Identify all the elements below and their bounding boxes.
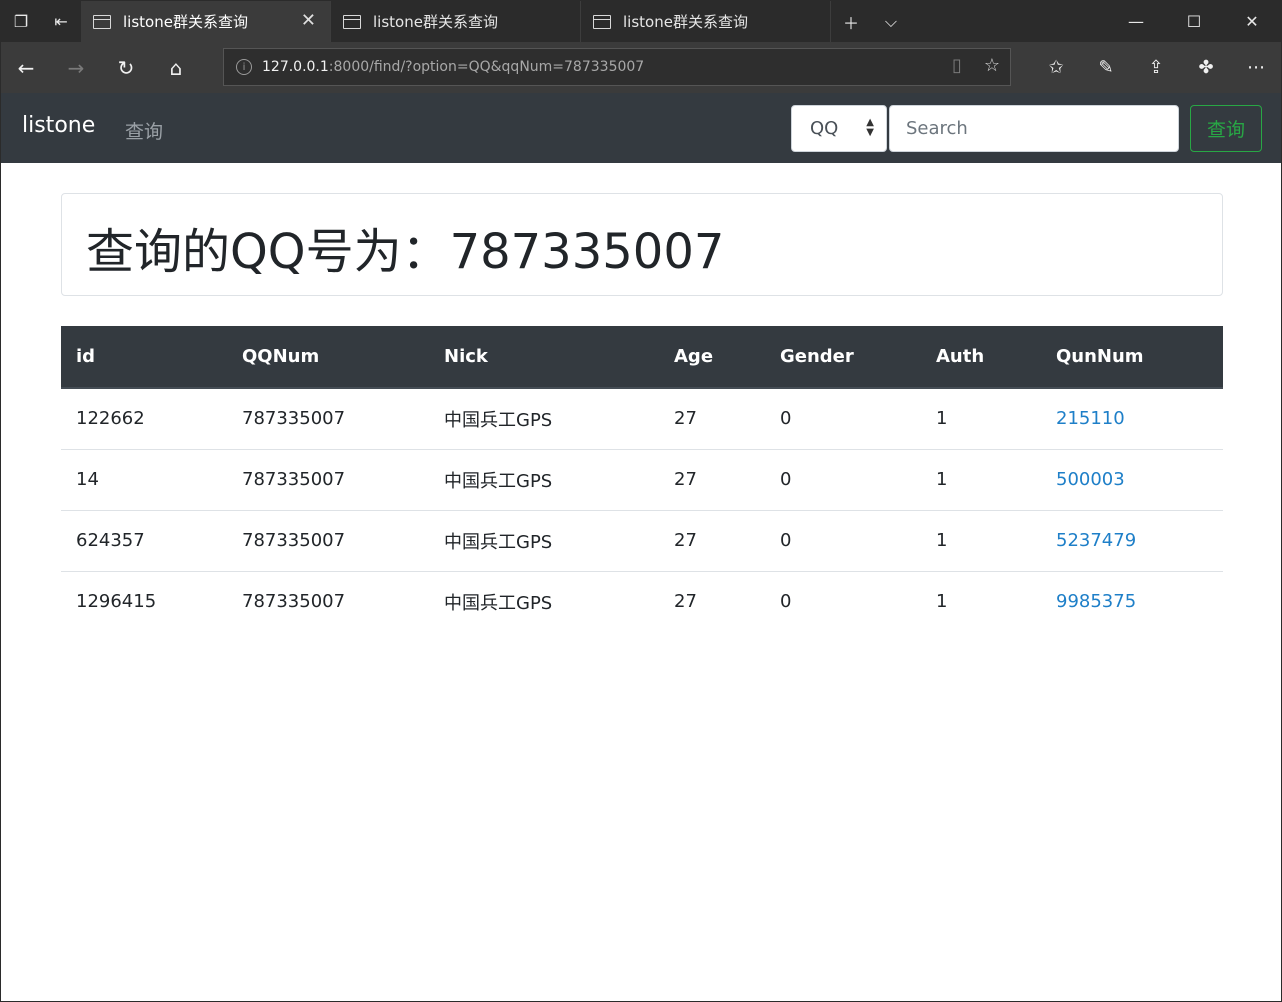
tab-bar: ❐ ⇤ listone群关系查询 ✕ listone群关系查询 listone群… [1, 1, 1281, 42]
qunnum-link[interactable]: 5237479 [1056, 530, 1136, 551]
url-host: 127.0.0.1 [262, 59, 329, 75]
set-aside-tabs-icon[interactable]: ⇤ [41, 1, 81, 42]
header-nick: Nick [429, 326, 659, 389]
close-tab-icon[interactable]: ✕ [301, 10, 316, 31]
cell-auth: 1 [936, 591, 948, 613]
page-icon [593, 14, 611, 29]
cell-auth: 1 [921, 510, 1041, 572]
header-qqnum: QQNum [227, 326, 429, 389]
cell-id: 1296415 [76, 591, 157, 613]
cell-nick: 中国兵工GPS [429, 510, 659, 572]
option-select-value: QQ [810, 118, 839, 139]
maximize-icon[interactable]: ☐ [1165, 1, 1223, 42]
header-qunnum: QunNum [1041, 326, 1223, 389]
cell-id: 14 [61, 449, 227, 511]
tab-preview-chevron-icon[interactable]: ⌵ [871, 1, 911, 42]
table-row: 122662 787335007 中国兵工GPS 27 0 1 215110 [61, 388, 1223, 450]
cell-gender: 0 [765, 449, 921, 511]
cell-qunnum: 5237479 [1041, 510, 1223, 572]
page-title: 查询的QQ号为：787335007 [86, 224, 725, 280]
tab-2[interactable]: listone群关系查询 [331, 1, 581, 42]
cell-qunnum: 500003 [1041, 449, 1223, 511]
cell-qqnum: 787335007 [242, 591, 346, 613]
brand[interactable]: listone [22, 113, 95, 138]
search-button[interactable]: 查询 [1190, 105, 1262, 152]
home-icon[interactable]: ⌂ [151, 42, 201, 93]
cell-qunnum: 215110 [1041, 388, 1223, 450]
table-row: 14 787335007 中国兵工GPS 27 0 1 500003 [61, 449, 1223, 511]
search-input[interactable] [889, 105, 1179, 152]
nav-link-query[interactable]: 查询 [125, 117, 163, 144]
new-tab-icon[interactable]: ＋ [831, 1, 871, 42]
table-header-row: id QQNum Nick Age Gender Auth QunNum [61, 326, 1223, 389]
address-bar[interactable]: i 127.0.0.1 :8000/find/?option=QQ&qqNum=… [223, 48, 1011, 86]
header-auth: Auth [921, 326, 1041, 389]
tab-title: listone群关系查询 [373, 13, 498, 31]
cell-age: 27 [674, 591, 697, 613]
cell-nick: 中国兵工GPS [429, 388, 659, 450]
results-table: id QQNum Nick Age Gender Auth QunNum 122… [61, 326, 1223, 632]
cell-auth: 1 [921, 449, 1041, 511]
tab-3[interactable]: listone群关系查询 [581, 1, 831, 42]
address-toolbar: ← → ↻ ⌂ i 127.0.0.1 :8000/find/?option=Q… [1, 42, 1281, 93]
minimize-icon[interactable]: — [1107, 1, 1165, 42]
forward-icon[interactable]: → [51, 42, 101, 93]
tab-actions-icon[interactable]: ❐ [1, 1, 41, 42]
cell-gender: 0 [765, 388, 921, 450]
favorites-icon[interactable]: ✩ [1031, 57, 1081, 78]
header-gender: Gender [765, 326, 921, 389]
page-icon [93, 14, 111, 29]
header-id: id [61, 326, 227, 389]
option-select[interactable]: QQ ▲ ▼ [791, 105, 887, 152]
table-row: 624357 787335007 中国兵工GPS 27 0 1 5237479 [61, 510, 1223, 572]
cell-age: 27 [659, 449, 765, 511]
cell-qqnum: 787335007 [227, 510, 429, 572]
close-window-icon[interactable]: ✕ [1223, 1, 1281, 42]
browser-window: ❐ ⇤ listone群关系查询 ✕ listone群关系查询 listone群… [0, 0, 1282, 1002]
share-icon[interactable]: ⇪ [1131, 57, 1181, 78]
cell-qunnum: 9985375 [1041, 571, 1223, 632]
cell-nick: 中国兵工GPS [444, 592, 553, 614]
tab-title: listone群关系查询 [123, 13, 248, 31]
cell-id: 122662 [61, 388, 227, 450]
info-icon[interactable]: i [236, 59, 252, 75]
qunnum-link[interactable]: 500003 [1056, 469, 1125, 490]
cell-qqnum: 787335007 [227, 449, 429, 511]
cell-age: 27 [659, 388, 765, 450]
page-icon [343, 14, 361, 29]
pen-icon[interactable]: ✎ [1081, 57, 1131, 78]
reading-view-icon[interactable]: ▯ [952, 55, 962, 76]
back-icon[interactable]: ← [1, 42, 51, 93]
cell-qqnum: 787335007 [227, 388, 429, 450]
table-row: 1296415 787335007 中国兵工GPS 27 0 1 9985375 [61, 571, 1223, 632]
select-arrows-icon: ▲ ▼ [866, 117, 874, 138]
result-heading-box: 查询的QQ号为：787335007 [61, 193, 1223, 296]
cell-nick: 中国兵工GPS [429, 449, 659, 511]
tab-title: listone群关系查询 [623, 13, 748, 31]
cell-auth: 1 [921, 388, 1041, 450]
cell-age: 27 [659, 510, 765, 572]
refresh-icon[interactable]: ↻ [101, 42, 151, 93]
tab-1[interactable]: listone群关系查询 ✕ [81, 1, 331, 42]
cell-gender: 0 [765, 510, 921, 572]
favorite-star-icon[interactable]: ☆ [984, 55, 1000, 76]
qunnum-link[interactable]: 9985375 [1056, 591, 1136, 612]
qunnum-link[interactable]: 215110 [1056, 408, 1125, 429]
cell-id: 624357 [61, 510, 227, 572]
extensions-icon[interactable]: ✤ [1181, 57, 1231, 78]
cell-gender: 0 [780, 591, 792, 613]
header-age: Age [659, 326, 765, 389]
url-path: :8000/find/?option=QQ&qqNum=787335007 [328, 59, 645, 75]
more-icon[interactable]: ⋯ [1231, 57, 1281, 78]
